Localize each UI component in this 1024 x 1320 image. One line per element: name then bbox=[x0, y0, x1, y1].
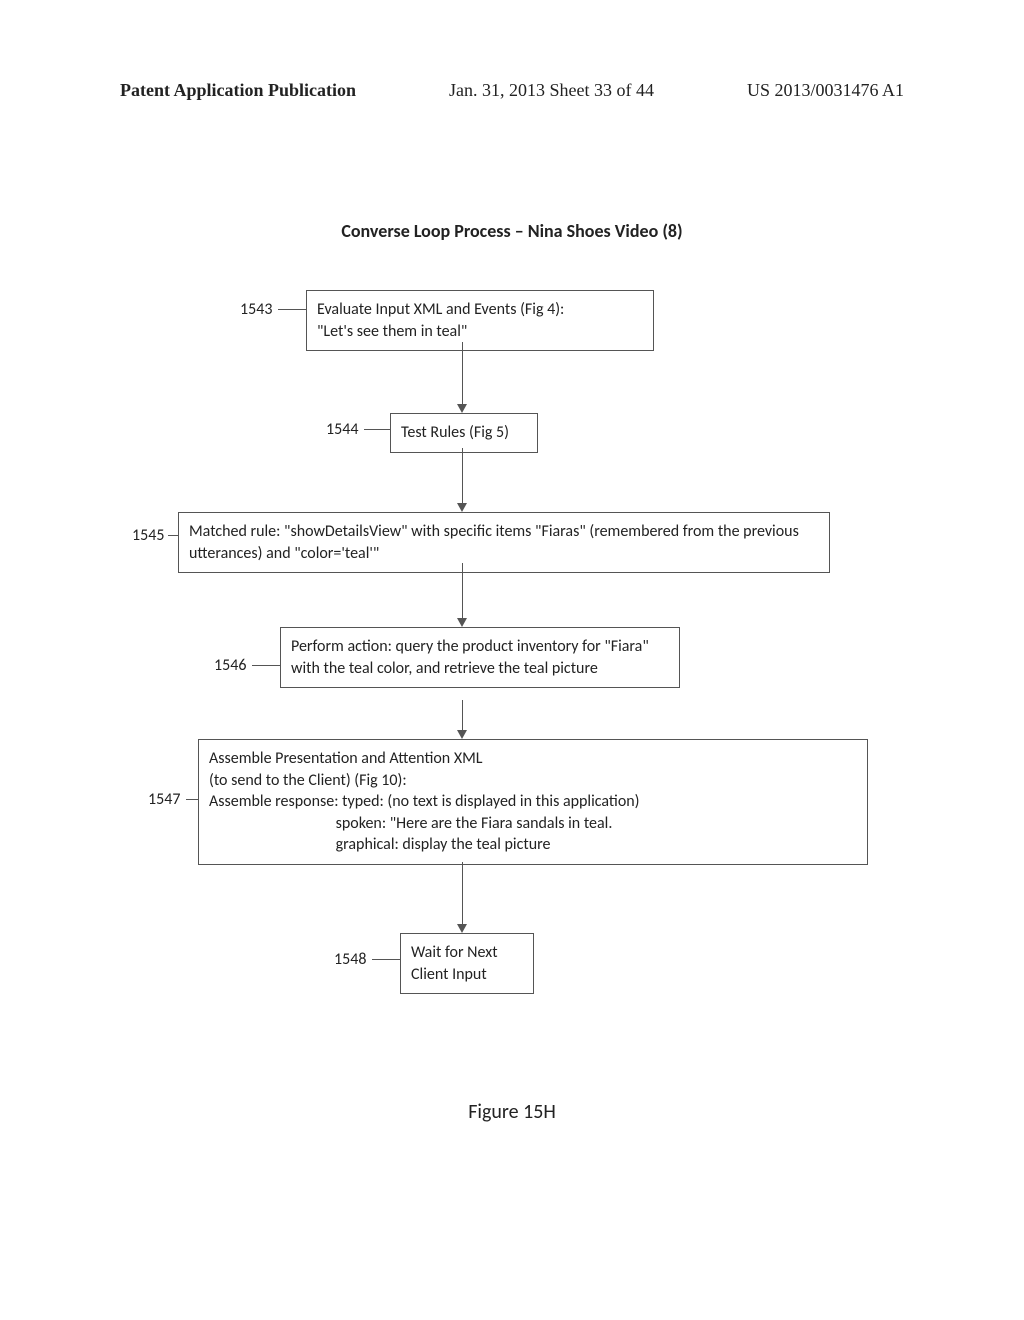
leader-line-1547 bbox=[186, 799, 198, 800]
flow-ref-1546: 1546 bbox=[214, 656, 246, 675]
flow-ref-1548: 1548 bbox=[334, 950, 366, 969]
arrow-head-icon bbox=[457, 730, 467, 739]
leader-line-1546 bbox=[252, 665, 280, 666]
flow-arrow bbox=[462, 342, 463, 404]
figure-caption: Figure 15H bbox=[0, 1100, 1024, 1124]
flow-ref-1547: 1547 bbox=[148, 790, 180, 809]
diagram-title: Converse Loop Process – Nina Shoes Video… bbox=[0, 220, 1024, 242]
flow-box-1545: Matched rule: "showDetailsView" with spe… bbox=[178, 512, 830, 573]
header-center: Jan. 31, 2013 Sheet 33 of 44 bbox=[449, 80, 654, 101]
flow-arrow bbox=[462, 563, 463, 618]
arrow-head-icon bbox=[457, 618, 467, 627]
header-right: US 2013/0031476 A1 bbox=[747, 80, 904, 101]
page-header: Patent Application Publication Jan. 31, … bbox=[120, 80, 904, 101]
header-left: Patent Application Publication bbox=[120, 80, 356, 101]
flow-ref-1543: 1543 bbox=[240, 300, 272, 319]
flow-arrow bbox=[462, 700, 463, 730]
flow-arrow bbox=[462, 862, 463, 924]
flow-box-1548: Wait for Next Client Input bbox=[400, 933, 534, 994]
leader-line-1545 bbox=[168, 535, 178, 536]
flow-box-1546: Perform action: query the product invent… bbox=[280, 627, 680, 688]
leader-line-1548 bbox=[372, 959, 400, 960]
leader-line-1544 bbox=[364, 429, 390, 430]
flow-box-1544: Test Rules (Fig 5) bbox=[390, 413, 538, 453]
leader-line-1543 bbox=[278, 309, 306, 310]
arrow-head-icon bbox=[457, 404, 467, 413]
arrow-head-icon bbox=[457, 503, 467, 512]
flow-box-1547: Assemble Presentation and Attention XML … bbox=[198, 739, 868, 865]
flow-ref-1544: 1544 bbox=[326, 420, 358, 439]
flow-ref-1545: 1545 bbox=[132, 526, 164, 545]
flow-box-1543: Evaluate Input XML and Events (Fig 4): "… bbox=[306, 290, 654, 351]
flow-arrow bbox=[462, 448, 463, 503]
arrow-head-icon bbox=[457, 924, 467, 933]
